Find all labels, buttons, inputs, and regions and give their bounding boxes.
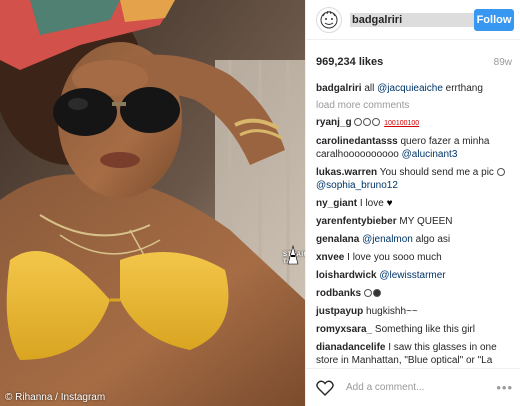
- comment: carolinedantasss quero fazer a minha car…: [316, 135, 512, 161]
- comment-mention[interactable]: @jenalmon: [362, 234, 413, 245]
- comment-mention[interactable]: @sophia_bruno12: [316, 180, 398, 191]
- comment: ny_giant I love ♥: [316, 197, 512, 210]
- smiley-icon: [372, 118, 381, 126]
- comment-text: I love: [357, 198, 387, 209]
- comment-username[interactable]: lukas.warren: [316, 167, 377, 178]
- follow-button[interactable]: Follow: [474, 8, 514, 31]
- caption: badgalriri all @jacquieaiche errthang: [316, 82, 512, 95]
- comment-mention[interactable]: @alucinant3: [402, 149, 458, 160]
- comment: justpayup hugkishh~~: [316, 305, 512, 318]
- caption-text: all: [361, 83, 378, 94]
- photo-credit: © Rihanna / Instagram: [5, 392, 106, 403]
- comment-username[interactable]: ryanj_g: [316, 117, 352, 128]
- comment-username[interactable]: carolinedantasss: [316, 136, 398, 147]
- heart-icon[interactable]: [316, 380, 334, 396]
- like-count[interactable]: 969,234 likes: [316, 56, 383, 68]
- face-icon: [372, 289, 381, 297]
- comment-list: badgalriri all @jacquieaiche errthang lo…: [306, 82, 520, 367]
- comment-text: Something like this girl: [372, 324, 475, 335]
- hundred-icon: 100: [395, 120, 408, 127]
- post-header: badgalriri Follow: [306, 0, 520, 40]
- watermark-logo-icon: [287, 244, 299, 265]
- comment-username[interactable]: rodbanks: [316, 288, 361, 299]
- username-link[interactable]: badgalriri: [350, 12, 474, 27]
- comment-username[interactable]: yarenfentybieber: [316, 216, 397, 227]
- comment-text: hugkishh~~: [363, 306, 418, 317]
- hundred-icon: 100: [384, 120, 396, 127]
- comment-username[interactable]: ny_giant: [316, 198, 357, 209]
- caption-text-after: errthang: [442, 83, 483, 94]
- comment-text: I love you sooo much: [344, 252, 442, 263]
- comment-username[interactable]: genalana: [316, 234, 359, 245]
- comment-username[interactable]: justpayup: [316, 306, 363, 317]
- site-watermark: STRAIGHT FROM THE: [283, 244, 305, 274]
- heart-icon: ♥: [386, 198, 393, 209]
- smiley-icon: [496, 168, 505, 176]
- comment: dianadancelife I saw this glasses in one…: [316, 341, 512, 367]
- comment: xnvee I love you sooo much: [316, 251, 512, 264]
- comment: lukas.warren You should send me a pic @s…: [316, 166, 512, 192]
- smiley-icon: [363, 289, 372, 297]
- comment-text: MY QUEEN: [396, 216, 453, 227]
- comment-text-after: algo asi: [412, 234, 451, 245]
- comment-username[interactable]: xnvee: [316, 252, 344, 263]
- avatar[interactable]: [316, 6, 342, 33]
- comment: ryanj_g 100100100: [316, 116, 512, 130]
- photo-illustration: [0, 0, 305, 406]
- post-photo[interactable]: STRAIGHT FROM THE © Rihanna / Instagram: [0, 0, 305, 406]
- post-age[interactable]: 89w: [494, 57, 512, 68]
- comment: loishardwick @lewisstarmer: [316, 269, 512, 282]
- smiley-icon: [363, 118, 372, 126]
- comment: yarenfentybieber MY QUEEN: [316, 215, 512, 228]
- comment: genalana @jenalmon algo asi: [316, 233, 512, 246]
- smiley-icon: [354, 118, 363, 126]
- more-options-icon[interactable]: •••: [496, 380, 513, 395]
- comment-username[interactable]: loishardwick: [316, 270, 377, 281]
- comment-mention[interactable]: @lewisstarmer: [379, 270, 445, 281]
- load-more-comments-link[interactable]: load more comments: [316, 100, 512, 111]
- caption-mention[interactable]: @jacquieaiche: [377, 83, 443, 94]
- caption-username[interactable]: badgalriri: [316, 83, 362, 94]
- comment: rodbanks: [316, 287, 512, 300]
- comment-username[interactable]: romyxsara_: [316, 324, 372, 335]
- comment-username[interactable]: dianadancelife: [316, 342, 385, 353]
- comment-text: You should send me a pic: [377, 167, 497, 178]
- avatar-icon: [320, 10, 338, 28]
- comment-bar: Add a comment... •••: [306, 368, 520, 406]
- comment: romyxsara_ Something like this girl: [316, 323, 512, 336]
- post-stats: 969,234 likes 89w: [306, 42, 520, 82]
- post-sidebar: badgalriri Follow 969,234 likes 89w badg…: [305, 0, 520, 406]
- add-comment-input[interactable]: Add a comment...: [346, 382, 496, 393]
- hundred-icon: 100: [407, 120, 420, 127]
